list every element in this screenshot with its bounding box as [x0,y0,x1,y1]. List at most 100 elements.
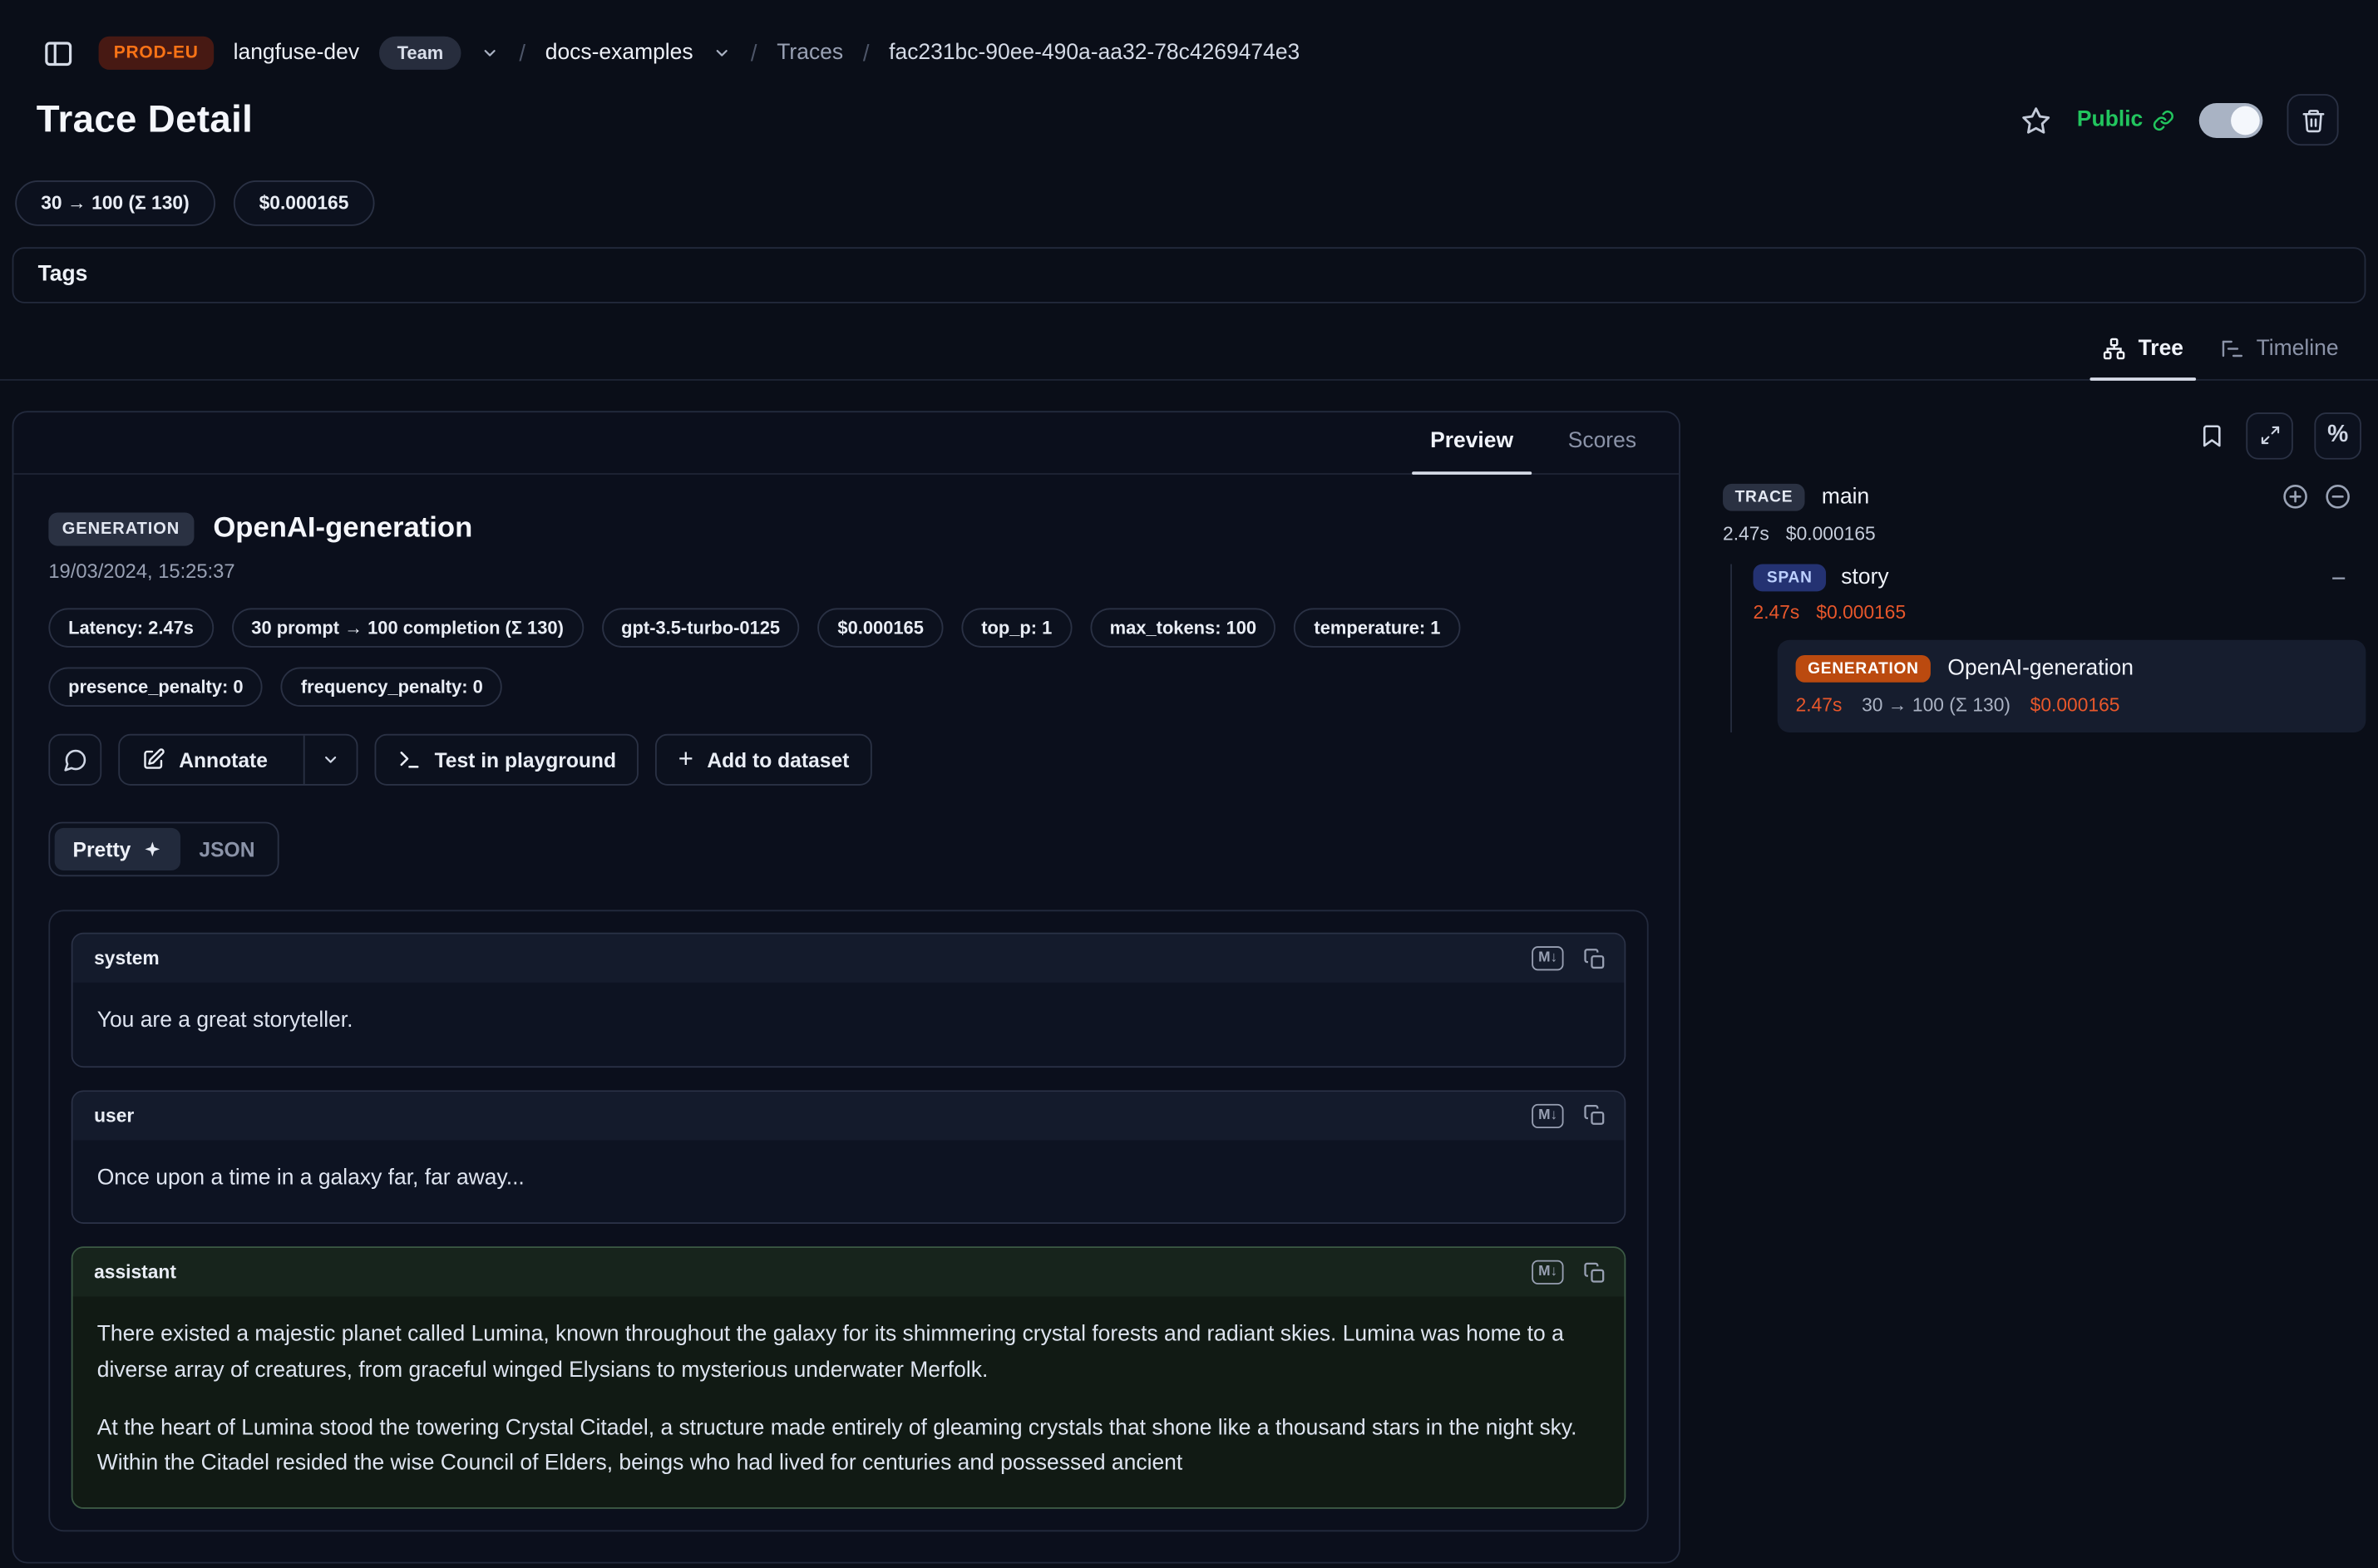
markdown-toggle-button[interactable]: M↓ [1532,1103,1564,1128]
public-label: Public [2077,108,2143,132]
message-content: There existed a majestic planet called L… [73,1297,1625,1507]
format-pretty-segment[interactable]: Pretty [55,828,181,870]
trace-cost: $0.000165 [1786,523,1876,545]
model-pill: gpt-3.5-turbo-0125 [601,608,799,647]
observation-body: GENERATION OpenAI-generation 19/03/2024,… [13,475,1679,1562]
tab-tree[interactable]: Tree [2084,323,2202,379]
public-link[interactable]: Public [2077,108,2175,132]
sidebar-toggle-button[interactable] [37,32,79,74]
temperature-pill: temperature: 1 [1295,608,1460,647]
collapse-node-button[interactable]: − [2331,565,2346,590]
annotate-dropdown-chevron[interactable] [303,736,356,784]
breadcrumb-trace-id: fac231bc-90ee-490a-aa32-78c4269474e3 [889,41,1300,65]
generation-metrics: 2.47s 30 → 100 (Σ 130) $0.000165 [1796,694,2348,716]
breadcrumb-project[interactable]: docs-examples [545,41,693,65]
expand-all-button[interactable] [2281,482,2310,511]
breadcrumb-org[interactable]: langfuse-dev [234,41,359,65]
copy-button[interactable] [1583,1261,1606,1284]
trace-latency: 2.47s [1723,523,1769,545]
tags-label: Tags [38,263,88,287]
chevron-down-icon [481,44,500,62]
generation-latency: 2.47s [1796,694,1843,716]
token-usage-pill: 30 prompt → 100 completion (Σ 130) [232,608,584,647]
message-content: Once upon a time in a galaxy far, far aw… [73,1140,1625,1222]
collapse-all-button[interactable] [2323,482,2352,511]
annotate-split-button: Annotate [118,734,357,786]
latency-pill: Latency: 2.47s [48,608,213,647]
star-icon [2020,104,2052,136]
org-type-badge: Team [379,37,461,70]
annotate-label: Annotate [179,748,268,771]
markdown-toggle-button[interactable]: M↓ [1532,946,1564,971]
message-header-actions: M↓ [1532,1103,1606,1128]
sparkles-icon [143,840,163,860]
format-json-segment[interactable]: JSON [181,828,274,870]
expand-icon [2259,425,2281,446]
message-header: user M↓ [73,1091,1625,1140]
tab-preview[interactable]: Preview [1403,412,1541,473]
tree-node-generation-selected[interactable]: GENERATION OpenAI-generation 2.47s 30 → … [1778,640,2366,732]
tree-node-span[interactable]: SPAN story − [1754,565,2366,592]
message-header: assistant M↓ [73,1248,1625,1297]
bookmark-node-button[interactable] [2199,422,2225,448]
terminal-icon [397,747,421,772]
breadcrumb-separator: / [863,40,870,66]
link-icon [2152,108,2174,131]
cost-pill: $0.000165 [234,180,375,226]
generation-metadata-pills: Latency: 2.47s 30 prompt → 100 completio… [48,608,1648,707]
token-usage-pill: 30 → 100 (Σ 130) [15,180,215,226]
copy-icon [1583,1104,1606,1127]
trace-name: main [1822,485,1869,509]
metrics-toggle-button[interactable]: % [2314,412,2361,459]
public-toggle[interactable] [2199,102,2263,137]
generation-type-badge: GENERATION [48,513,193,546]
trash-icon [2300,107,2326,133]
panel-left-icon [42,37,73,69]
annotate-button[interactable]: Annotate [120,736,289,784]
tree-toolbar: % [1699,411,2366,459]
format-toggle: Pretty JSON [48,822,279,877]
span-latency: 2.47s [1754,602,1800,624]
page-header: Trace Detail Public [0,79,2378,145]
generation-title: OpenAI-generation [213,513,472,546]
expand-view-button[interactable] [2246,412,2293,459]
message-paragraph: At the heart of Lumina stood the towerin… [97,1412,1601,1482]
markdown-toggle-button[interactable]: M↓ [1532,1260,1564,1285]
pencil-square-icon [141,747,165,772]
trace-summary-row: 30 → 100 (Σ 130) $0.000165 [0,180,2378,226]
tree-body: TRACE main [1699,482,2366,732]
trace-detail-page: PROD-EU langfuse-dev Team / docs-example… [0,0,2378,1568]
tab-timeline[interactable]: Timeline [2202,323,2357,379]
delete-trace-button[interactable] [2287,94,2339,145]
breadcrumb-traces-link[interactable]: Traces [777,41,843,65]
copy-button[interactable] [1583,1104,1606,1127]
message-content: You are a great storyteller. [73,984,1625,1066]
breadcrumb-bar: PROD-EU langfuse-dev Team / docs-example… [0,0,2378,79]
tags-box[interactable]: Tags [12,247,2366,303]
comment-button[interactable] [48,734,101,786]
bookmark-star-button[interactable] [2020,104,2052,136]
tree-icon [2102,337,2126,361]
message-role-label: assistant [94,1262,176,1284]
tab-scores[interactable]: Scores [1541,412,1664,473]
add-to-dataset-button[interactable]: + Add to dataset [655,734,871,786]
generation-actions: Annotate Test in playground + [48,734,1648,786]
percent-icon: % [2327,422,2348,449]
bookmark-icon [2199,422,2225,448]
view-tabs: Tree Timeline [0,323,2378,381]
generation-timestamp: 19/03/2024, 15:25:37 [48,560,1648,582]
message-role-label: system [94,948,160,969]
format-json-label: JSON [199,838,254,860]
span-badge: SPAN [1754,565,1827,592]
test-in-playground-button[interactable]: Test in playground [374,734,639,786]
project-switcher-chevron[interactable] [713,44,731,62]
tree-node-trace[interactable]: TRACE main [1723,482,2366,511]
tab-tree-label: Tree [2139,337,2183,361]
presence-penalty-pill: presence_penalty: 0 [48,668,263,707]
message-user: user M↓ Once upon a t [72,1090,1626,1224]
content-area: Preview Scores GENERATION OpenAI-generat… [0,381,2378,1564]
copy-button[interactable] [1583,947,1606,969]
org-switcher-chevron[interactable] [481,44,500,62]
format-pretty-label: Pretty [73,838,131,860]
tab-timeline-label: Timeline [2257,337,2339,361]
